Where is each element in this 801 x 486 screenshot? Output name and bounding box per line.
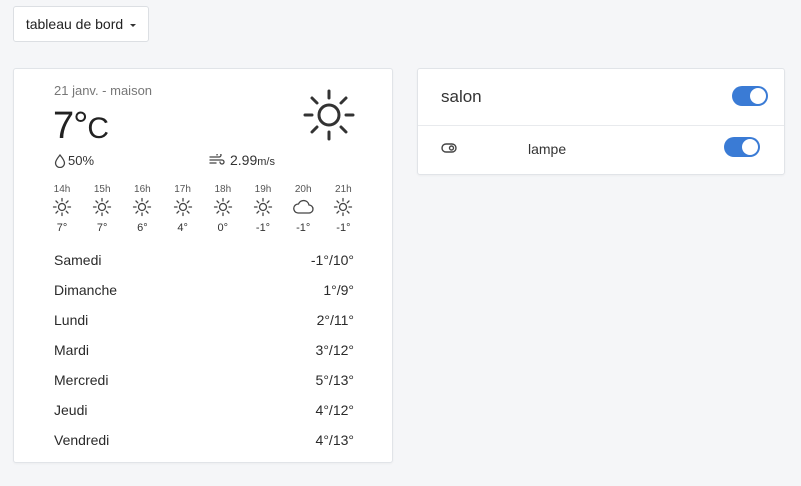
day-temperature-range: 1°/9° <box>323 282 354 298</box>
weather-date-location: 21 janv. - maison <box>54 83 153 98</box>
hourly-item: 15h 7° <box>84 184 120 234</box>
day-name: Vendredi <box>54 432 110 448</box>
room-header: salon <box>418 69 784 126</box>
hourly-item: 20h -1° <box>285 184 321 234</box>
room-card: salon lampe <box>417 68 785 175</box>
daily-forecast-row: Mercredi 5°/13° <box>54 372 354 392</box>
hourly-time: 21h <box>335 184 352 195</box>
sun-icon <box>303 89 355 141</box>
hourly-temperature: -1° <box>336 222 351 234</box>
hourly-temperature: -1° <box>255 222 271 234</box>
hourly-item: 17h 4° <box>165 184 201 234</box>
sun-icon <box>124 196 160 218</box>
day-name: Dimanche <box>54 282 118 298</box>
temperature-unit: C <box>87 112 109 145</box>
droplet-icon <box>54 153 66 168</box>
hourly-time: 20h <box>294 184 312 195</box>
hourly-time: 18h <box>214 184 232 195</box>
hourly-item: 19h -1° <box>245 184 281 234</box>
daily-forecast-row: Vendredi 4°/13° <box>54 432 354 452</box>
device-label-lampe: lampe <box>528 141 567 157</box>
current-temperature: 7°C <box>53 105 109 148</box>
day-temperature-range: 5°/13° <box>315 372 354 388</box>
device-row: lampe <box>418 125 784 175</box>
day-name: Jeudi <box>54 402 88 418</box>
wind-icon <box>209 154 225 165</box>
day-temperature-range: 3°/12° <box>315 342 354 358</box>
hourly-temperature: 7° <box>56 222 68 234</box>
room-name: salon <box>441 87 482 106</box>
hourly-item: 14h 7° <box>44 184 80 234</box>
day-temperature-range: -1°/10° <box>310 252 354 268</box>
daily-forecast-row: Dimanche 1°/9° <box>54 282 354 302</box>
sun-icon <box>165 196 201 218</box>
sun-icon <box>205 196 241 218</box>
temperature-value: 7° <box>53 105 88 147</box>
day-name: Mardi <box>54 342 90 358</box>
day-name: Mercredi <box>54 372 109 388</box>
day-name: Samedi <box>54 252 102 268</box>
sun-icon <box>325 196 361 218</box>
humidity-value: 50% <box>68 153 95 168</box>
hourly-item: 18h 0° <box>205 184 241 234</box>
sun-icon <box>245 196 281 218</box>
toggle-switch-icon <box>441 143 457 153</box>
hourly-temperature: -1° <box>296 222 311 234</box>
daily-forecast-row: Samedi -1°/10° <box>54 252 354 272</box>
room-toggle-switch[interactable] <box>732 86 768 106</box>
wind-unit: m/s <box>257 156 275 168</box>
day-temperature-range: 4°/13° <box>315 432 354 448</box>
wind-speed: 2.99 <box>230 152 258 168</box>
sun-icon <box>44 196 80 218</box>
hourly-time: 15h <box>93 184 111 195</box>
hourly-time: 17h <box>174 184 191 195</box>
hourly-time: 14h <box>53 184 71 195</box>
lamp-toggle-switch[interactable] <box>724 137 760 157</box>
caret-down-icon <box>130 23 137 27</box>
dashboard-dropdown-button[interactable]: tableau de bord <box>13 6 149 42</box>
hourly-time: 19h <box>254 184 272 195</box>
hourly-temperature: 7° <box>96 222 108 234</box>
sun-icon <box>84 196 120 218</box>
hourly-time: 16h <box>134 184 151 195</box>
wind: 2.99m/s <box>209 152 275 168</box>
dashboard-dropdown-label: tableau de bord <box>25 16 124 32</box>
day-name: Lundi <box>54 312 89 328</box>
weather-card: 21 janv. - maison 7°C 50% 2.99m/s 14h 7° 1… <box>13 68 393 463</box>
daily-forecast-row: Jeudi 4°/12° <box>54 402 354 422</box>
hourly-temperature: 0° <box>217 222 229 234</box>
day-temperature-range: 2°/11° <box>316 312 354 328</box>
day-temperature-range: 4°/12° <box>315 402 354 418</box>
hourly-item: 21h -1° <box>325 184 361 234</box>
hourly-forecast: 14h 7° 15h 7° 16h 6° 17h 4° 18h 0° 19h -1° 20h -1° 21h… <box>44 184 374 240</box>
cloud-icon <box>285 196 321 218</box>
hourly-temperature: 6° <box>137 222 148 234</box>
hourly-item: 16h 6° <box>124 184 160 234</box>
daily-forecast-row: Lundi 2°/11° <box>54 312 354 332</box>
daily-forecast-row: Mardi 3°/12° <box>54 342 354 362</box>
hourly-temperature: 4° <box>177 222 188 234</box>
humidity: 50% <box>54 153 94 168</box>
